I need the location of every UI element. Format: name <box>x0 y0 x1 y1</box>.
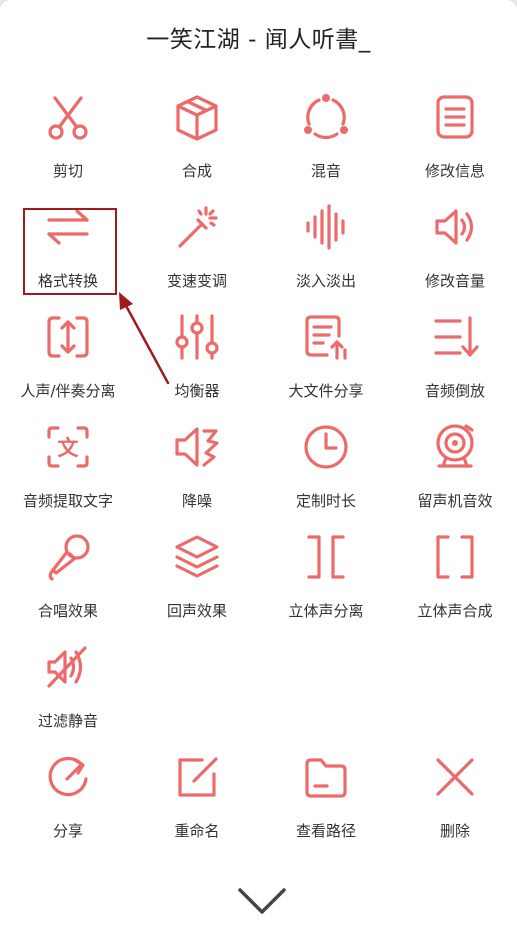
tool-label: 合唱效果 <box>37 602 98 620</box>
microphone-icon <box>43 532 93 582</box>
action-share[interactable]: 分享 <box>4 750 132 860</box>
mix-circle-icon <box>301 92 351 142</box>
filter-muted-icon <box>43 642 93 692</box>
tool-label: 合成 <box>181 162 212 180</box>
gramophone-icon <box>430 422 480 472</box>
action-label: 删除 <box>439 822 470 840</box>
tool-label: 剪切 <box>52 162 83 180</box>
sheet-title: 一笑江湖 - 闻人听書_ <box>146 27 371 53</box>
tool-label: 留声机音效 <box>417 492 493 510</box>
share-icon <box>43 752 93 802</box>
reverse-list-icon <box>430 312 480 362</box>
tool-label: 音频提取文字 <box>22 492 113 510</box>
tool-label: 变速变调 <box>166 272 227 290</box>
tool-label: 降噪 <box>181 492 212 510</box>
tool-gramophone[interactable]: 留声机音效 <box>391 420 517 530</box>
tool-vocal-separate[interactable]: 人声/伴奏分离 <box>4 310 132 420</box>
collapse-button[interactable] <box>236 880 288 920</box>
action-label: 查看路径 <box>295 822 356 840</box>
tool-label: 修改信息 <box>424 162 485 180</box>
tool-mix[interactable]: 混音 <box>262 90 390 200</box>
tool-label: 定制时长 <box>295 492 356 510</box>
waveform-icon <box>301 202 351 252</box>
text-scan-icon: 文 <box>43 422 93 472</box>
tool-stereo-split[interactable]: 立体声分离 <box>262 530 390 640</box>
magic-wand-icon <box>172 202 222 252</box>
action-delete[interactable]: 删除 <box>391 750 517 860</box>
tool-cut[interactable]: 剪切 <box>4 90 132 200</box>
tool-label: 过滤静音 <box>37 712 98 730</box>
tool-label: 修改音量 <box>424 272 485 290</box>
tool-label: 立体声分离 <box>288 602 364 620</box>
chevron-down-icon <box>238 888 286 914</box>
tool-volume[interactable]: 修改音量 <box>391 200 517 310</box>
clock-icon <box>301 422 351 472</box>
action-label: 分享 <box>52 822 83 840</box>
folder-icon <box>301 752 351 802</box>
tool-denoise[interactable]: 降噪 <box>133 420 261 530</box>
tool-reverse[interactable]: 音频倒放 <box>391 310 517 420</box>
tool-label: 大文件分享 <box>288 382 364 400</box>
cube-icon <box>172 92 222 142</box>
expand-vertical-icon <box>43 312 93 362</box>
tool-stereo-merge[interactable]: 立体声合成 <box>391 530 517 640</box>
tool-label: 立体声合成 <box>417 602 493 620</box>
equalizer-sliders-icon <box>172 312 222 362</box>
tool-label: 淡入淡出 <box>295 272 356 290</box>
noise-reduce-speaker-icon <box>172 422 222 472</box>
tool-label: 均衡器 <box>174 382 220 400</box>
file-share-icon <box>301 312 351 362</box>
tool-edit-info[interactable]: 修改信息 <box>391 90 517 200</box>
edit-icon <box>172 752 222 802</box>
tool-merge[interactable]: 合成 <box>133 90 261 200</box>
action-sheet: 一笑江湖 - 闻人听書_ 剪切 合成 混音 修改信息 格式转换 变速变调 淡入淡… <box>0 0 517 935</box>
action-label: 重命名 <box>174 822 220 840</box>
tool-large-file-share[interactable]: 大文件分享 <box>262 310 390 420</box>
tool-chorus[interactable]: 合唱效果 <box>4 530 132 640</box>
document-lines-icon <box>430 92 480 142</box>
tool-label: 人声/伴奏分离 <box>20 382 116 400</box>
tool-label: 音频倒放 <box>424 382 485 400</box>
close-x-icon <box>430 752 480 802</box>
tool-label: 混音 <box>310 162 341 180</box>
tool-fade[interactable]: 淡入淡出 <box>262 200 390 310</box>
highlight-box <box>23 208 117 295</box>
scissors-icon <box>43 92 93 142</box>
svg-text:文: 文 <box>58 436 80 460</box>
tool-echo[interactable]: 回声效果 <box>133 530 261 640</box>
action-view-path[interactable]: 查看路径 <box>262 750 390 860</box>
merge-brackets-icon <box>430 532 480 582</box>
tool-speed-pitch[interactable]: 变速变调 <box>133 200 261 310</box>
tool-speech-to-text[interactable]: 文 音频提取文字 <box>4 420 132 530</box>
split-brackets-icon <box>301 532 351 582</box>
layers-icon <box>172 532 222 582</box>
tool-custom-duration[interactable]: 定制时长 <box>262 420 390 530</box>
action-rename[interactable]: 重命名 <box>133 750 261 860</box>
tool-filter-silence[interactable]: 过滤静音 <box>4 640 132 750</box>
tool-label: 回声效果 <box>166 602 227 620</box>
tool-equalizer[interactable]: 均衡器 <box>133 310 261 420</box>
speaker-icon <box>430 202 480 252</box>
